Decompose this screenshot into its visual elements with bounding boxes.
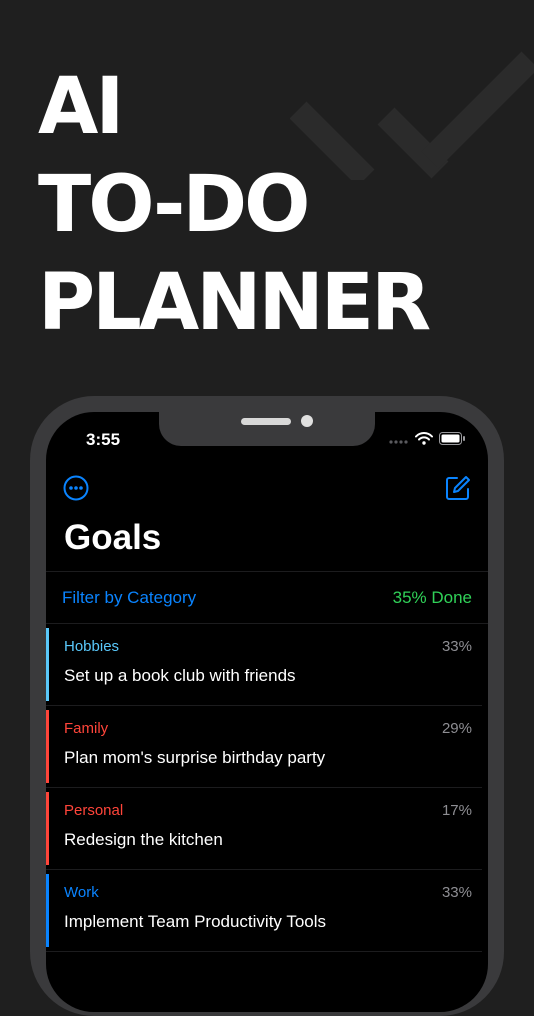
goal-percent: 33% bbox=[441, 884, 472, 901]
phone-frame: 3:55 Goals Filter by Category 35% Done H… bbox=[30, 396, 504, 1016]
wifi-icon bbox=[415, 432, 433, 445]
goal-title: Set up a book club with friends bbox=[64, 666, 296, 685]
page-title: Goals bbox=[64, 518, 162, 557]
goal-row[interactable]: Work 33% Implement Team Productivity Too… bbox=[46, 870, 482, 952]
goal-category: Personal bbox=[64, 802, 124, 819]
goal-category: Work bbox=[64, 884, 99, 901]
filter-bar: Filter by Category 35% Done bbox=[46, 572, 488, 624]
hero-headline: AI TO-DO PLANNER bbox=[38, 58, 431, 352]
phone-screen: 3:55 Goals Filter by Category 35% Done H… bbox=[46, 412, 488, 1012]
goal-title: Implement Team Productivity Tools bbox=[64, 912, 327, 931]
hero-line-3: PLANNER bbox=[38, 258, 431, 348]
hero-line-2: TO-DO bbox=[38, 160, 310, 250]
category-color-bar bbox=[46, 710, 49, 783]
filter-by-category-link[interactable]: Filter by Category bbox=[62, 588, 196, 608]
signal-icon bbox=[389, 439, 408, 444]
hero-line-1: AI bbox=[38, 62, 124, 152]
notch bbox=[159, 412, 375, 446]
compose-icon[interactable] bbox=[445, 475, 471, 501]
goal-percent: 29% bbox=[441, 720, 472, 737]
category-color-bar bbox=[46, 792, 49, 865]
goal-category: Hobbies bbox=[64, 638, 120, 655]
goal-title: Plan mom's surprise birthday party bbox=[64, 748, 326, 767]
progress-done-label: 35% Done bbox=[392, 588, 472, 607]
goal-row[interactable]: Hobbies 33% Set up a book club with frie… bbox=[46, 624, 482, 706]
goal-list: Hobbies 33% Set up a book club with frie… bbox=[46, 624, 488, 952]
battery-icon bbox=[439, 432, 465, 445]
goal-percent: 17% bbox=[441, 802, 472, 819]
speaker-grille bbox=[241, 418, 291, 425]
goal-percent: 33% bbox=[441, 638, 472, 655]
category-color-bar bbox=[46, 628, 49, 701]
front-camera bbox=[301, 415, 313, 427]
goal-category: Family bbox=[64, 720, 109, 737]
goal-row[interactable]: Personal 17% Redesign the kitchen bbox=[46, 788, 482, 870]
goal-title: Redesign the kitchen bbox=[64, 830, 223, 849]
status-icons bbox=[389, 432, 466, 445]
category-color-bar bbox=[46, 874, 49, 947]
goal-row[interactable]: Family 29% Plan mom's surprise birthday … bbox=[46, 706, 482, 788]
more-options-icon[interactable] bbox=[63, 475, 89, 501]
status-time: 3:55 bbox=[86, 430, 121, 449]
